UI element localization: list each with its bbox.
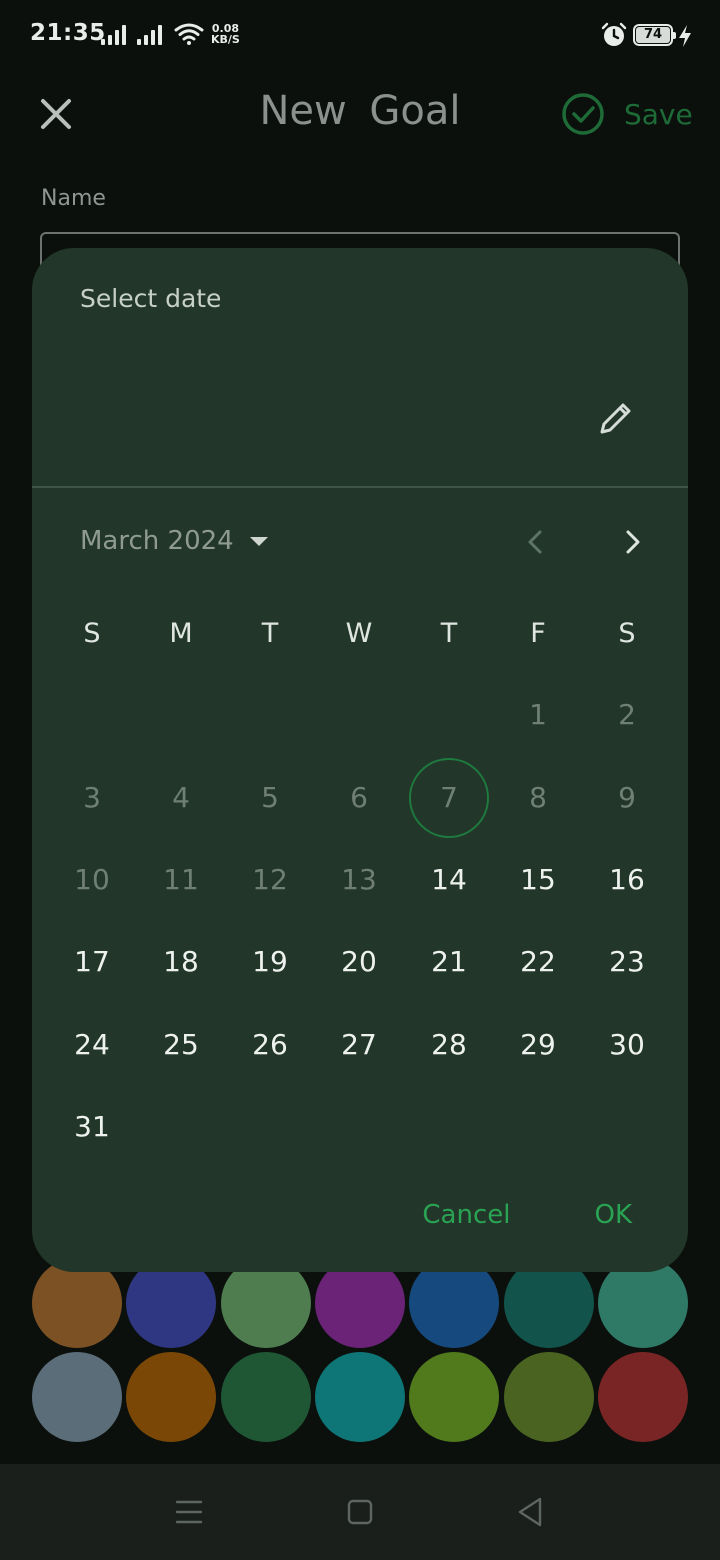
chevron-right-icon[interactable]	[610, 520, 654, 564]
check-circle-icon	[562, 93, 604, 135]
month-label: March 2024	[80, 526, 234, 556]
color-swatch[interactable]	[314, 1352, 405, 1442]
signal-icon	[101, 25, 126, 45]
day-cell: 8	[529, 781, 547, 814]
ok-button[interactable]: OK	[594, 1200, 632, 1230]
charging-icon	[679, 25, 691, 47]
save-button[interactable]: Save	[560, 90, 693, 138]
system-nav-bar	[0, 1464, 720, 1560]
day-cell[interactable]: 24	[52, 1005, 132, 1085]
day-cell[interactable]: 30	[587, 1005, 667, 1085]
color-swatch[interactable]	[503, 1352, 594, 1442]
net-speed: 0.08 KB/S	[211, 23, 240, 45]
day-cell[interactable]: 14	[409, 840, 489, 920]
color-swatch[interactable]	[220, 1352, 311, 1442]
day-cell[interactable]: 23	[587, 922, 667, 1002]
day-cell[interactable]: 29	[498, 1005, 578, 1085]
day-cell: 6	[350, 781, 368, 814]
day-cell[interactable]: 21	[409, 922, 489, 1002]
day-cell: 2	[618, 698, 636, 731]
day-cell[interactable]: 16	[587, 840, 667, 920]
day-cell[interactable]: 17	[52, 922, 132, 1002]
cancel-button[interactable]: Cancel	[422, 1200, 510, 1230]
day-cell[interactable]: 26	[230, 1005, 310, 1085]
color-swatch[interactable]	[32, 1352, 122, 1442]
day-cell: 11	[163, 863, 199, 896]
day-cell: 12	[252, 863, 288, 896]
month-year-selector[interactable]: March 2024	[80, 522, 270, 560]
day-cell: 13	[341, 863, 377, 896]
home-icon[interactable]	[346, 1498, 374, 1526]
status-time: 21:35	[30, 20, 106, 46]
color-swatch[interactable]	[126, 1352, 217, 1442]
weekday-header: S	[618, 618, 636, 649]
save-label: Save	[624, 97, 693, 131]
day-cell[interactable]: 31	[52, 1087, 132, 1167]
day-cell-today: 7	[409, 758, 489, 838]
day-cell: 4	[172, 781, 190, 814]
weekday-header: M	[169, 618, 193, 649]
net-speed-unit: KB/S	[211, 33, 240, 46]
dialog-header-label: Select date	[80, 284, 222, 313]
weekday-header: F	[530, 618, 546, 649]
color-swatch[interactable]	[409, 1352, 500, 1442]
day-cell: 5	[261, 781, 279, 814]
day-cell[interactable]: 18	[141, 922, 221, 1002]
app-bar: New Goal Save	[0, 72, 720, 156]
day-cell: 3	[83, 781, 101, 814]
day-cell[interactable]: 28	[409, 1005, 489, 1085]
dialog-divider	[32, 486, 688, 488]
menu-icon[interactable]	[175, 1494, 203, 1530]
alarm-icon	[601, 22, 627, 46]
day-cell[interactable]: 27	[319, 1005, 399, 1085]
day-cell[interactable]: 22	[498, 922, 578, 1002]
day-cell: 1	[529, 698, 547, 731]
caret-down-icon	[249, 537, 268, 546]
battery-level: 74	[636, 27, 670, 43]
day-cell[interactable]: 19	[230, 922, 310, 1002]
day-cell: 10	[74, 863, 110, 896]
weekday-header: T	[261, 618, 279, 649]
color-swatch[interactable]	[597, 1352, 688, 1442]
battery-icon: 74	[633, 24, 676, 46]
date-picker-dialog: Select date March 2024 SMTWTFS 123456789…	[32, 248, 688, 1272]
day-cell: 9	[618, 781, 636, 814]
dialog-actions: Cancel OK	[422, 1200, 632, 1230]
day-cell[interactable]: 25	[141, 1005, 221, 1085]
wifi-icon	[174, 23, 204, 45]
weekday-header: S	[83, 618, 101, 649]
back-icon[interactable]	[516, 1496, 544, 1528]
signal-icon	[137, 25, 162, 45]
status-bar: 21:35 0.08 KB/S 74	[0, 0, 720, 72]
day-cell[interactable]: 20	[319, 922, 399, 1002]
chevron-left-icon[interactable]	[514, 520, 558, 564]
weekday-header: T	[440, 618, 458, 649]
day-cell[interactable]: 15	[498, 840, 578, 920]
name-label: Name	[41, 186, 106, 211]
weekday-header: W	[345, 618, 373, 649]
pencil-icon[interactable]	[592, 394, 640, 442]
